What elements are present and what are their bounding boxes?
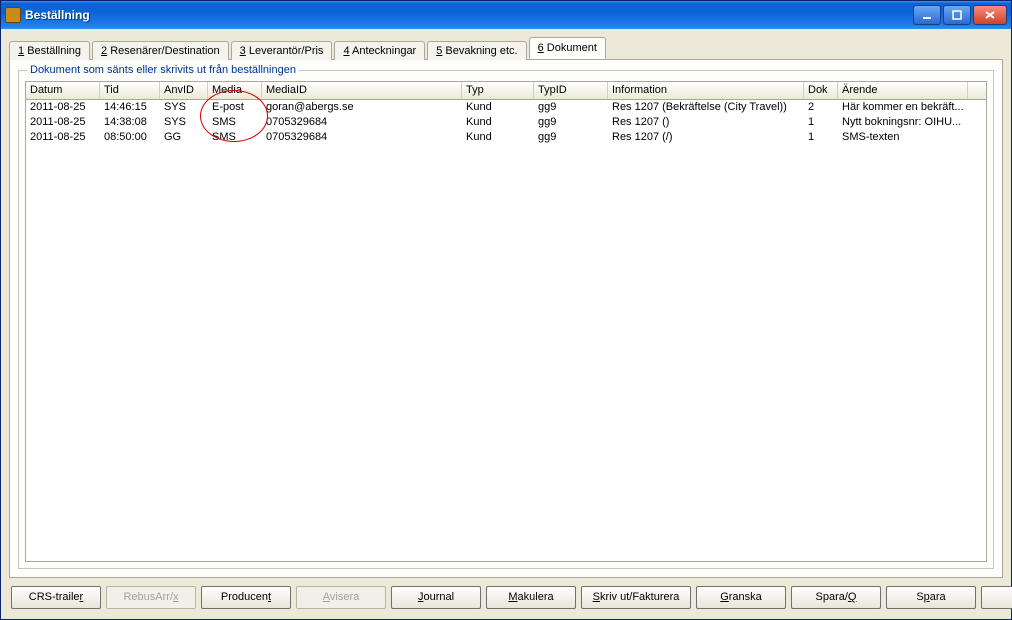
client-area: 1 Beställning 2 Resenärer/Destination 3 … [1, 29, 1011, 619]
spara-q-button[interactable]: Spara/Q [791, 586, 881, 609]
window-frame: Beställning 1 Beställning 2 Resenärer/De… [0, 0, 1012, 620]
table-row[interactable]: 2011-08-25 08:50:00 GG SMS 0705329684 Ku… [26, 130, 986, 145]
window-title: Beställning [25, 8, 90, 22]
stang-button[interactable]: Stäng [981, 586, 1012, 609]
col-anvid[interactable]: AnvID [160, 82, 208, 99]
grid-header: Datum Tid AnvID Media MediaID Typ TypID … [26, 82, 986, 100]
tab-bestallning[interactable]: 1 Beställning [9, 41, 90, 60]
document-groupbox: Dokument som sänts eller skrivits ut frå… [18, 70, 994, 569]
col-tid[interactable]: Tid [100, 82, 160, 99]
col-typ[interactable]: Typ [462, 82, 534, 99]
col-typid[interactable]: TypID [534, 82, 608, 99]
skriv-ut-button[interactable]: Skriv ut/Fakturera [581, 586, 691, 609]
crs-trailer-button[interactable]: CRS-trailer [11, 586, 101, 609]
maximize-button[interactable] [943, 5, 971, 25]
tab-resenarer[interactable]: 2 Resenärer/Destination [92, 41, 229, 60]
minimize-button[interactable] [913, 5, 941, 25]
tab-bevakning[interactable]: 5 Bevakning etc. [427, 41, 526, 60]
tab-dokument[interactable]: 6 Dokument [529, 37, 606, 59]
col-dok[interactable]: Dok [804, 82, 838, 99]
col-mediaid[interactable]: MediaID [262, 82, 462, 99]
table-row[interactable]: 2011-08-25 14:38:08 SYS SMS 0705329684 K… [26, 115, 986, 130]
col-media[interactable]: Media [208, 82, 262, 99]
granska-button[interactable]: Granska [696, 586, 786, 609]
titlebar: Beställning [1, 1, 1011, 29]
grid-body: 2011-08-25 14:46:15 SYS E-post goran@abe… [26, 100, 986, 561]
app-icon [5, 7, 21, 23]
col-arende[interactable]: Ärende [838, 82, 968, 99]
tabstrip: 1 Beställning 2 Resenärer/Destination 3 … [9, 35, 1003, 59]
button-bar: CRS-trailer RebusArr/x Producent Avisera… [9, 578, 1003, 611]
groupbox-title: Dokument som sänts eller skrivits ut frå… [27, 64, 299, 76]
producent-button[interactable]: Producent [201, 586, 291, 609]
spara-button[interactable]: Spara [886, 586, 976, 609]
avisera-button: Avisera [296, 586, 386, 609]
rebusarr-button: RebusArr/x [106, 586, 196, 609]
tab-anteckningar[interactable]: 4 Anteckningar [334, 41, 425, 60]
document-grid[interactable]: Datum Tid AnvID Media MediaID Typ TypID … [25, 81, 987, 562]
tab-panel: Dokument som sänts eller skrivits ut frå… [9, 59, 1003, 578]
table-row[interactable]: 2011-08-25 14:46:15 SYS E-post goran@abe… [26, 100, 986, 115]
close-button[interactable] [973, 5, 1007, 25]
col-info[interactable]: Information [608, 82, 804, 99]
tab-leverantor[interactable]: 3 Leverantör/Pris [231, 41, 333, 60]
makulera-button[interactable]: Makulera [486, 586, 576, 609]
col-datum[interactable]: Datum [26, 82, 100, 99]
journal-button[interactable]: Journal [391, 586, 481, 609]
